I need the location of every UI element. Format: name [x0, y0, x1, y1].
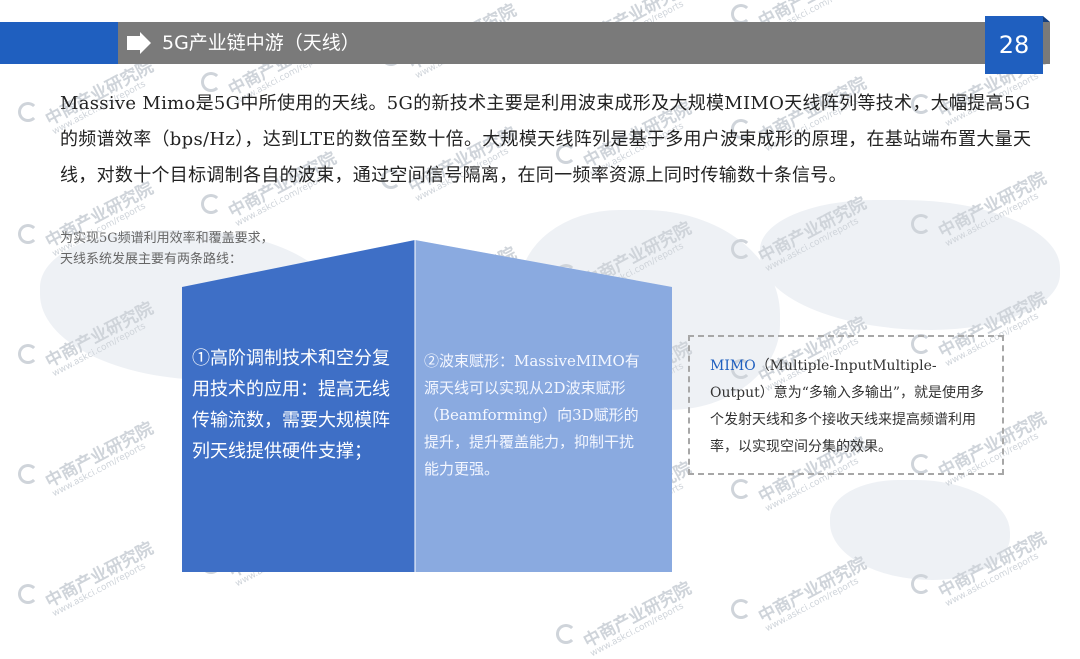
two-routes-cube [182, 240, 672, 572]
mimo-term: MIMO [710, 358, 756, 374]
route-2-text: ②波束赋形：MassiveMIMO有源天线可以实现从2D波束赋形（Beamfor… [424, 352, 640, 478]
route-1-text: ①高阶调制技术和空分复用技术的应用：提高无线传输流数，需要大规模阵列天线提供硬件… [192, 348, 390, 462]
watermark-logo-icon [556, 624, 576, 644]
mimo-definition-text: MIMO（Multiple-InputMultiple-Output）意为“多输… [710, 353, 992, 461]
